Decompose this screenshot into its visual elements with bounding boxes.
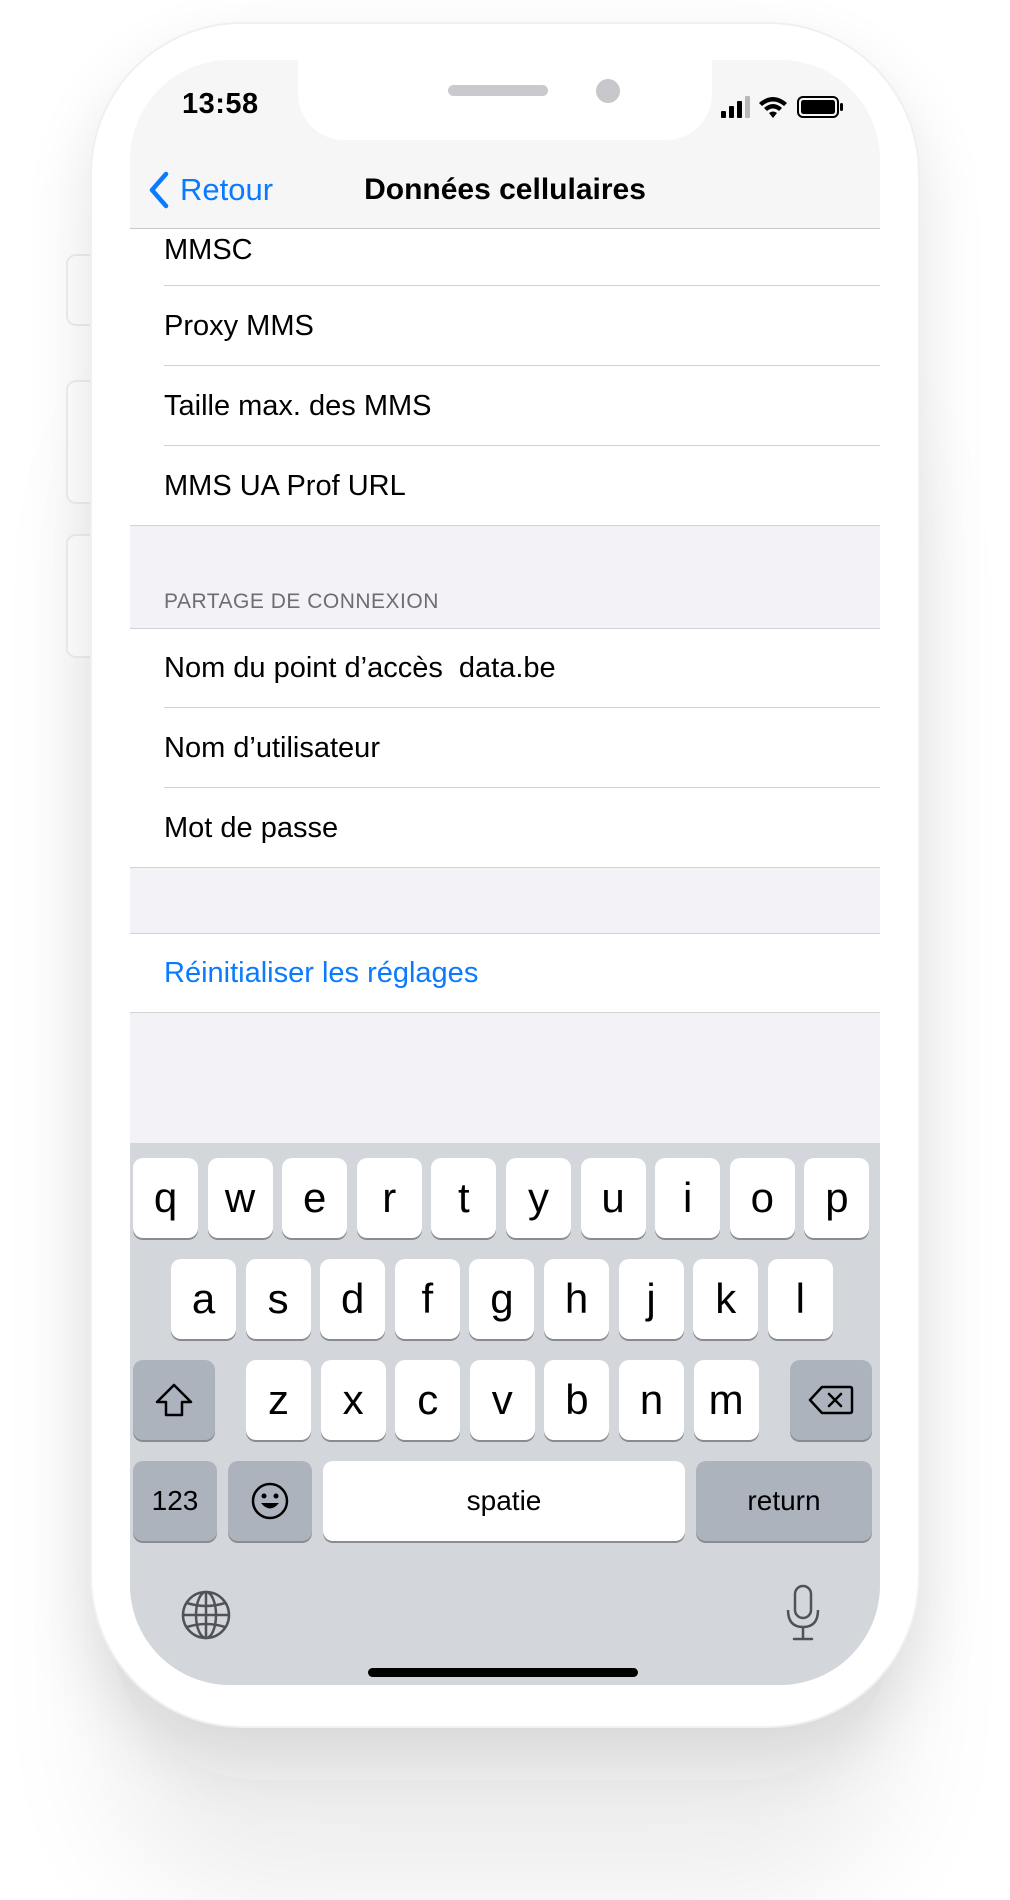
list-item-proxy-mms[interactable]: Proxy MMS [130, 286, 880, 366]
status-icons [721, 96, 843, 118]
key-z[interactable]: z [246, 1360, 311, 1440]
emoji-key[interactable] [228, 1461, 312, 1541]
list-item-username[interactable]: Nom d’utilisateur [130, 708, 880, 788]
mms-group: MMSC Proxy MMS Taille max. des MMS MMS U… [130, 228, 880, 526]
list-item-mmsc[interactable]: MMSC [130, 228, 880, 286]
section-header-tethering: PARTAGE DE CONNEXION [164, 590, 439, 613]
key-i[interactable]: i [655, 1158, 721, 1238]
key-x[interactable]: x [320, 1360, 386, 1440]
shift-icon [155, 1383, 193, 1417]
key-s[interactable]: s [245, 1259, 311, 1339]
notch [298, 60, 712, 140]
key-w[interactable]: w [207, 1158, 273, 1238]
row-label: Nom du point d’accès [164, 651, 443, 684]
front-camera [596, 79, 620, 103]
key-l[interactable]: l [767, 1259, 833, 1339]
speaker [448, 85, 548, 96]
key-f[interactable]: f [394, 1259, 460, 1339]
key-u[interactable]: u [580, 1158, 646, 1238]
row-label: MMSC [164, 234, 253, 266]
space-key[interactable]: spatie [323, 1461, 685, 1541]
key-o[interactable]: o [729, 1158, 795, 1238]
key-d[interactable]: d [320, 1259, 386, 1339]
key-r[interactable]: r [356, 1158, 422, 1238]
key-h[interactable]: h [544, 1259, 609, 1339]
row-label: Taille max. des MMS [164, 389, 432, 422]
numbers-key[interactable]: 123 [133, 1461, 217, 1541]
screen: MMSC Proxy MMS Taille max. des MMS MMS U… [130, 60, 880, 1685]
key-g[interactable]: g [469, 1259, 535, 1339]
list-item-mms-max-size[interactable]: Taille max. des MMS [130, 366, 880, 446]
reset-group: Réinitialiser les réglages [130, 933, 880, 1013]
navigation-bar: 13:58 Retour Données cellulaires [130, 60, 880, 229]
row-label: Proxy MMS [164, 309, 314, 342]
shift-key[interactable] [133, 1360, 215, 1440]
signal-icon [721, 96, 750, 118]
key-p[interactable]: p [804, 1158, 870, 1238]
status-time: 13:58 [182, 88, 259, 120]
row-label: MMS UA Prof URL [164, 469, 406, 502]
key-e[interactable]: e [282, 1158, 348, 1238]
home-indicator [368, 1668, 638, 1677]
key-t[interactable]: t [431, 1158, 497, 1238]
page-title: Données cellulaires [364, 173, 646, 206]
tethering-group: Nom du point d’accès data.be Nom d’utili… [130, 628, 880, 868]
key-j[interactable]: j [618, 1259, 684, 1339]
microphone-icon[interactable] [783, 1584, 823, 1642]
list-item-apn[interactable]: Nom du point d’accès data.be [130, 628, 880, 708]
key-b[interactable]: b [544, 1360, 610, 1440]
list-item-mms-ua-prof-url[interactable]: MMS UA Prof URL [130, 446, 880, 526]
key-a[interactable]: a [171, 1259, 236, 1339]
key-y[interactable]: y [506, 1158, 571, 1238]
delete-key[interactable] [790, 1360, 872, 1440]
list-item-password[interactable]: Mot de passe [130, 788, 880, 868]
key-m[interactable]: m [693, 1360, 759, 1440]
key-n[interactable]: n [619, 1360, 684, 1440]
key-v[interactable]: v [469, 1360, 535, 1440]
wifi-icon [759, 97, 787, 118]
return-key[interactable]: return [696, 1461, 872, 1541]
delete-icon [808, 1385, 854, 1415]
reset-settings-label: Réinitialiser les réglages [164, 956, 479, 989]
reset-settings-button[interactable]: Réinitialiser les réglages [130, 933, 880, 1013]
key-k[interactable]: k [693, 1259, 759, 1339]
key-q[interactable]: q [133, 1158, 198, 1238]
battery-icon [797, 96, 843, 118]
row-label: Mot de passe [164, 811, 339, 844]
row-label: Nom d’utilisateur [164, 731, 380, 764]
apn-value[interactable]: data.be [459, 652, 556, 685]
globe-icon[interactable] [180, 1589, 232, 1641]
key-c[interactable]: c [395, 1360, 461, 1440]
keyboard: qwertyuiop asdfghjkl zxcvbnm 123 spatie … [130, 1143, 880, 1685]
emoji-icon [251, 1482, 289, 1520]
